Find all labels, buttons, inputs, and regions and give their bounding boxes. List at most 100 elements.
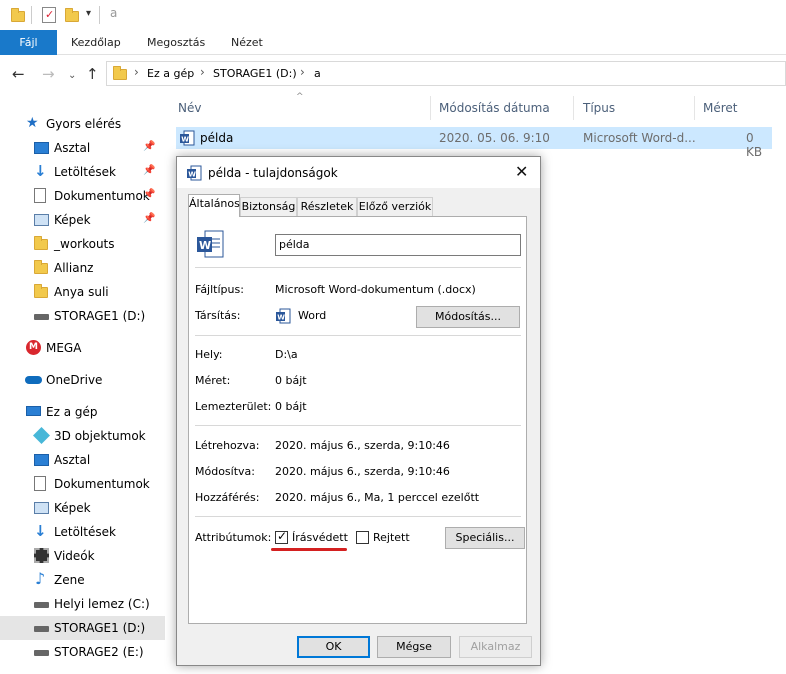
pin-icon[interactable]: 📌: [143, 141, 155, 152]
column-size[interactable]: Méret: [703, 101, 738, 115]
tab-previous-versions[interactable]: Előző verziók: [357, 197, 433, 216]
column-divider[interactable]: [430, 96, 431, 120]
pin-icon[interactable]: 📌: [143, 165, 155, 176]
close-icon[interactable]: ✕: [515, 162, 528, 181]
properties-icon[interactable]: ✓: [42, 7, 56, 23]
tab-details[interactable]: Részletek: [297, 197, 357, 216]
mega-icon: M: [26, 340, 41, 355]
recent-locations-chevron-icon[interactable]: ⌄: [68, 67, 76, 85]
filename-input[interactable]: példa: [275, 234, 521, 256]
folder-icon: [34, 284, 48, 298]
sidebar-item-pictures-pc[interactable]: Képek: [0, 496, 165, 520]
sidebar-item-workouts[interactable]: _workouts: [0, 232, 165, 256]
back-arrow-icon[interactable]: ←: [12, 65, 25, 83]
chevron-right-icon[interactable]: ›: [200, 65, 205, 79]
tab-general[interactable]: Általános: [188, 194, 240, 217]
column-name[interactable]: Név: [178, 101, 201, 115]
sidebar-item-documents-pc[interactable]: Dokumentumok: [0, 472, 165, 496]
sidebar-item-pictures[interactable]: Képek 📌: [0, 208, 165, 232]
customize-toolbar-icon[interactable]: ▾: [86, 8, 91, 19]
column-type[interactable]: Típus: [583, 101, 615, 115]
sidebar-item-storage2[interactable]: STORAGE2 (E:): [0, 640, 165, 664]
pin-icon[interactable]: 📌: [143, 189, 155, 200]
sidebar-item-allianz[interactable]: Allianz: [0, 256, 165, 280]
star-icon: ★: [26, 115, 39, 131]
advanced-button[interactable]: Speciális...: [445, 527, 525, 549]
tab-home[interactable]: Kezdőlap: [71, 30, 121, 55]
word-file-icon: W: [179, 130, 195, 146]
tab-file[interactable]: Fájl: [0, 30, 57, 55]
breadcrumb-a[interactable]: a: [314, 67, 321, 80]
drive-icon: [34, 626, 49, 632]
sidebar-item-documents[interactable]: Dokumentumok 📌: [0, 184, 165, 208]
pin-icon[interactable]: 📌: [143, 213, 155, 224]
sidebar-item-downloads-pc[interactable]: ↓ Letöltések: [0, 520, 165, 544]
column-divider[interactable]: [573, 96, 574, 120]
ok-button[interactable]: OK: [297, 636, 370, 658]
hidden-label[interactable]: Rejtett: [373, 531, 410, 544]
sidebar-item-music[interactable]: ♪ Zene: [0, 568, 165, 592]
chevron-right-icon[interactable]: ›: [300, 65, 305, 79]
drive-icon: [34, 314, 49, 320]
download-arrow-icon: ↓: [34, 162, 47, 180]
forward-arrow-icon[interactable]: →: [42, 65, 55, 83]
word-file-icon: W: [186, 165, 202, 181]
folder-icon: [34, 236, 48, 250]
readonly-checkbox[interactable]: ✓: [275, 529, 288, 544]
sidebar-item-downloads[interactable]: ↓ Letöltések 📌: [0, 160, 165, 184]
separator: [99, 6, 100, 24]
tab-view[interactable]: Nézet: [231, 30, 263, 55]
hidden-checkbox[interactable]: [356, 531, 369, 544]
apply-button[interactable]: Alkalmaz: [459, 636, 532, 658]
column-date[interactable]: Módosítás dátuma: [439, 101, 550, 115]
breadcrumb-this-pc[interactable]: Ez a gép: [147, 67, 194, 80]
sidebar-item-this-pc[interactable]: Ez a gép: [0, 400, 165, 424]
address-bar[interactable]: › Ez a gép › STORAGE1 (D:) › a: [106, 61, 786, 86]
divider: [195, 335, 521, 336]
svg-text:W: W: [199, 239, 211, 252]
dialog-title: példa - tulajdonságok: [208, 166, 338, 180]
breadcrumb-storage1[interactable]: STORAGE1 (D:): [213, 67, 297, 80]
chevron-right-icon[interactable]: ›: [134, 65, 139, 79]
sidebar-item-videos[interactable]: Videók: [0, 544, 165, 568]
tab-share[interactable]: Megosztás: [147, 30, 205, 55]
divider: [195, 267, 521, 268]
ribbon-tabs: Fájl Kezdőlap Megosztás Nézet: [0, 30, 786, 55]
sidebar-item-anya-suli[interactable]: Anya suli: [0, 280, 165, 304]
sidebar-item-storage1-quick[interactable]: STORAGE1 (D:): [0, 304, 165, 328]
drive-icon: [34, 650, 49, 656]
location-label: Hely:: [195, 348, 223, 361]
file-type: Microsoft Word-d...: [583, 131, 696, 145]
folder-icon[interactable]: [11, 8, 25, 22]
pictures-icon: [34, 502, 49, 514]
dialog-title-bar[interactable]: W példa - tulajdonságok ✕: [177, 157, 540, 188]
cancel-button[interactable]: Mégse: [377, 636, 451, 658]
tab-security[interactable]: Biztonság: [240, 197, 297, 216]
separator: [31, 6, 32, 24]
sidebar-item-quick-access[interactable]: ★ Gyors elérés: [0, 112, 165, 136]
sidebar-item-desktop-pc[interactable]: Asztal: [0, 448, 165, 472]
music-note-icon: ♪: [35, 569, 46, 588]
sort-chevron-icon: ^: [296, 92, 304, 102]
column-divider[interactable]: [694, 96, 695, 120]
cube-icon: [33, 427, 50, 444]
folder-icon: [113, 66, 127, 80]
up-arrow-icon[interactable]: ↑: [86, 65, 99, 83]
sidebar-item-storage1[interactable]: STORAGE1 (D:): [0, 616, 165, 640]
sidebar-item-onedrive[interactable]: OneDrive: [0, 368, 165, 392]
sidebar-item-local-disk-c[interactable]: Helyi lemez (C:): [0, 592, 165, 616]
column-headers: ^ Név Módosítás dátuma Típus Méret: [168, 92, 786, 124]
change-button[interactable]: Módosítás...: [416, 306, 520, 328]
file-size: 0 KB: [746, 131, 763, 159]
sidebar-item-mega[interactable]: M MEGA: [0, 336, 165, 360]
association-value: Word: [298, 309, 327, 322]
sidebar-item-3d-objects[interactable]: 3D objektumok: [0, 424, 165, 448]
word-document-large-icon: W: [195, 229, 225, 259]
desktop-icon: [34, 454, 49, 466]
sidebar-item-desktop[interactable]: Asztal 📌: [0, 136, 165, 160]
file-row[interactable]: W példa 2020. 05. 06. 9:10 Microsoft Wor…: [176, 127, 772, 159]
size-value: 0 bájt: [275, 374, 307, 387]
readonly-label[interactable]: Írásvédett: [292, 531, 348, 544]
filetype-value: Microsoft Word-dokumentum (.docx): [275, 283, 476, 296]
new-folder-icon[interactable]: [65, 8, 79, 22]
